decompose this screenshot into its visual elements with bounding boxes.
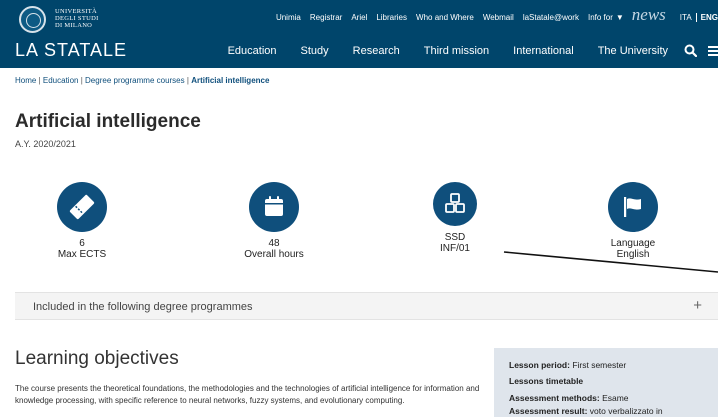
site-header: UNIVERSITÀ DEGLI STUDI DI MILANO LA STAT… bbox=[0, 0, 718, 68]
brand-name[interactable]: LA STATALE bbox=[15, 40, 127, 61]
utility-nav: Unimia Registrar Ariel Libraries Who and… bbox=[267, 5, 718, 25]
utility-link-ariel[interactable]: Ariel bbox=[351, 13, 367, 22]
breadcrumb-degree-programme-courses[interactable]: Degree programme courses bbox=[85, 76, 185, 85]
utility-link-unimia[interactable]: Unimia bbox=[276, 13, 301, 22]
breadcrumb-education[interactable]: Education bbox=[43, 76, 79, 85]
stat-value: 48 bbox=[268, 238, 280, 249]
lesson-period: Lesson period: First semester bbox=[509, 359, 718, 372]
stat-overall-hours: 48 Overall hours bbox=[224, 182, 324, 260]
degree-programmes-accordion[interactable]: Included in the following degree program… bbox=[15, 292, 718, 320]
nav-item-research[interactable]: Research bbox=[353, 45, 400, 57]
stat-value: 6 bbox=[79, 238, 85, 249]
language-ita[interactable]: ITA bbox=[680, 13, 692, 22]
lesson-period-label: Lesson period: bbox=[509, 360, 570, 370]
stat-value: Language bbox=[610, 238, 656, 249]
caret-down-icon: ▼ bbox=[615, 13, 624, 22]
news-logo[interactable]: news bbox=[632, 5, 666, 25]
utility-link-who-and-where[interactable]: Who and Where bbox=[416, 13, 474, 22]
cubes-icon bbox=[433, 182, 477, 226]
breadcrumb-separator: | bbox=[80, 76, 83, 85]
breadcrumb-separator: | bbox=[38, 76, 41, 85]
stat-label: Max ECTS bbox=[57, 249, 107, 260]
calendar-icon bbox=[249, 182, 299, 232]
breadcrumb-home[interactable]: Home bbox=[15, 76, 36, 85]
assessment-result-value: voto verbalizzato in bbox=[589, 406, 663, 416]
utility-link-lastatale-work[interactable]: laStatale@work bbox=[523, 13, 579, 22]
info-for-label: Info for bbox=[587, 13, 613, 22]
university-name-line: DI MILANO bbox=[55, 22, 93, 29]
university-name[interactable]: UNIVERSITÀ DEGLI STUDI DI MILANO bbox=[55, 8, 99, 29]
utility-link-registrar[interactable]: Registrar bbox=[310, 13, 342, 22]
assessment-methods-label: Assessment methods: bbox=[509, 393, 600, 403]
search-icon[interactable] bbox=[684, 44, 697, 57]
breadcrumb-current: Artificial intelligence bbox=[191, 76, 270, 85]
breadcrumb: Home | Education | Degree programme cour… bbox=[15, 76, 269, 85]
nav-item-third-mission[interactable]: Third mission bbox=[424, 45, 489, 57]
academic-year: A.Y. 2020/2021 bbox=[15, 139, 76, 149]
accordion-label: Included in the following degree program… bbox=[33, 301, 253, 313]
nav-item-study[interactable]: Study bbox=[301, 45, 329, 57]
language-eng[interactable]: ENG bbox=[695, 13, 718, 22]
assessment-result: Assessment result: voto verbalizzato in bbox=[509, 405, 718, 418]
learning-objectives-heading: Learning objectives bbox=[15, 348, 179, 369]
info-for-dropdown[interactable]: Info for ▼ bbox=[588, 13, 624, 22]
course-info-panel: Lesson period: First semester Lessons ti… bbox=[494, 348, 718, 417]
learning-objectives-text: The course presents the theoretical foun… bbox=[15, 384, 480, 405]
stat-max-ects: 6 Max ECTS bbox=[32, 182, 132, 260]
assessment-methods: Assessment methods: Esame bbox=[509, 392, 718, 405]
nav-item-international[interactable]: International bbox=[513, 45, 574, 57]
assessment-result-label: Assessment result: bbox=[509, 406, 588, 416]
stat-label: Overall hours bbox=[244, 249, 304, 260]
utility-link-libraries[interactable]: Libraries bbox=[376, 13, 407, 22]
hamburger-menu-icon[interactable] bbox=[706, 45, 718, 57]
stat-language: Language English bbox=[583, 182, 683, 260]
lessons-timetable-link[interactable]: Lessons timetable bbox=[509, 375, 718, 388]
university-seal-logo[interactable] bbox=[19, 6, 46, 33]
stat-label: INF/01 bbox=[439, 243, 470, 254]
expand-plus-icon[interactable]: + bbox=[693, 297, 702, 314]
assessment-methods-value: Esame bbox=[602, 393, 629, 403]
university-name-line: UNIVERSITÀ bbox=[55, 8, 97, 15]
ticket-icon bbox=[57, 182, 107, 232]
stat-value: SSD bbox=[444, 232, 466, 243]
nav-item-education[interactable]: Education bbox=[228, 45, 277, 57]
stat-ssd: SSD INF/01 bbox=[405, 182, 505, 254]
stat-label: English bbox=[616, 249, 650, 260]
university-name-line: DEGLI STUDI bbox=[55, 15, 99, 22]
flag-icon bbox=[608, 182, 658, 232]
main-nav: Education Study Research Third mission I… bbox=[228, 44, 718, 57]
lesson-period-value: First semester bbox=[572, 360, 627, 370]
nav-item-the-university[interactable]: The University bbox=[598, 45, 668, 57]
page-title: Artificial intelligence bbox=[15, 111, 201, 132]
breadcrumb-separator: | bbox=[186, 76, 189, 85]
utility-link-webmail[interactable]: Webmail bbox=[483, 13, 514, 22]
